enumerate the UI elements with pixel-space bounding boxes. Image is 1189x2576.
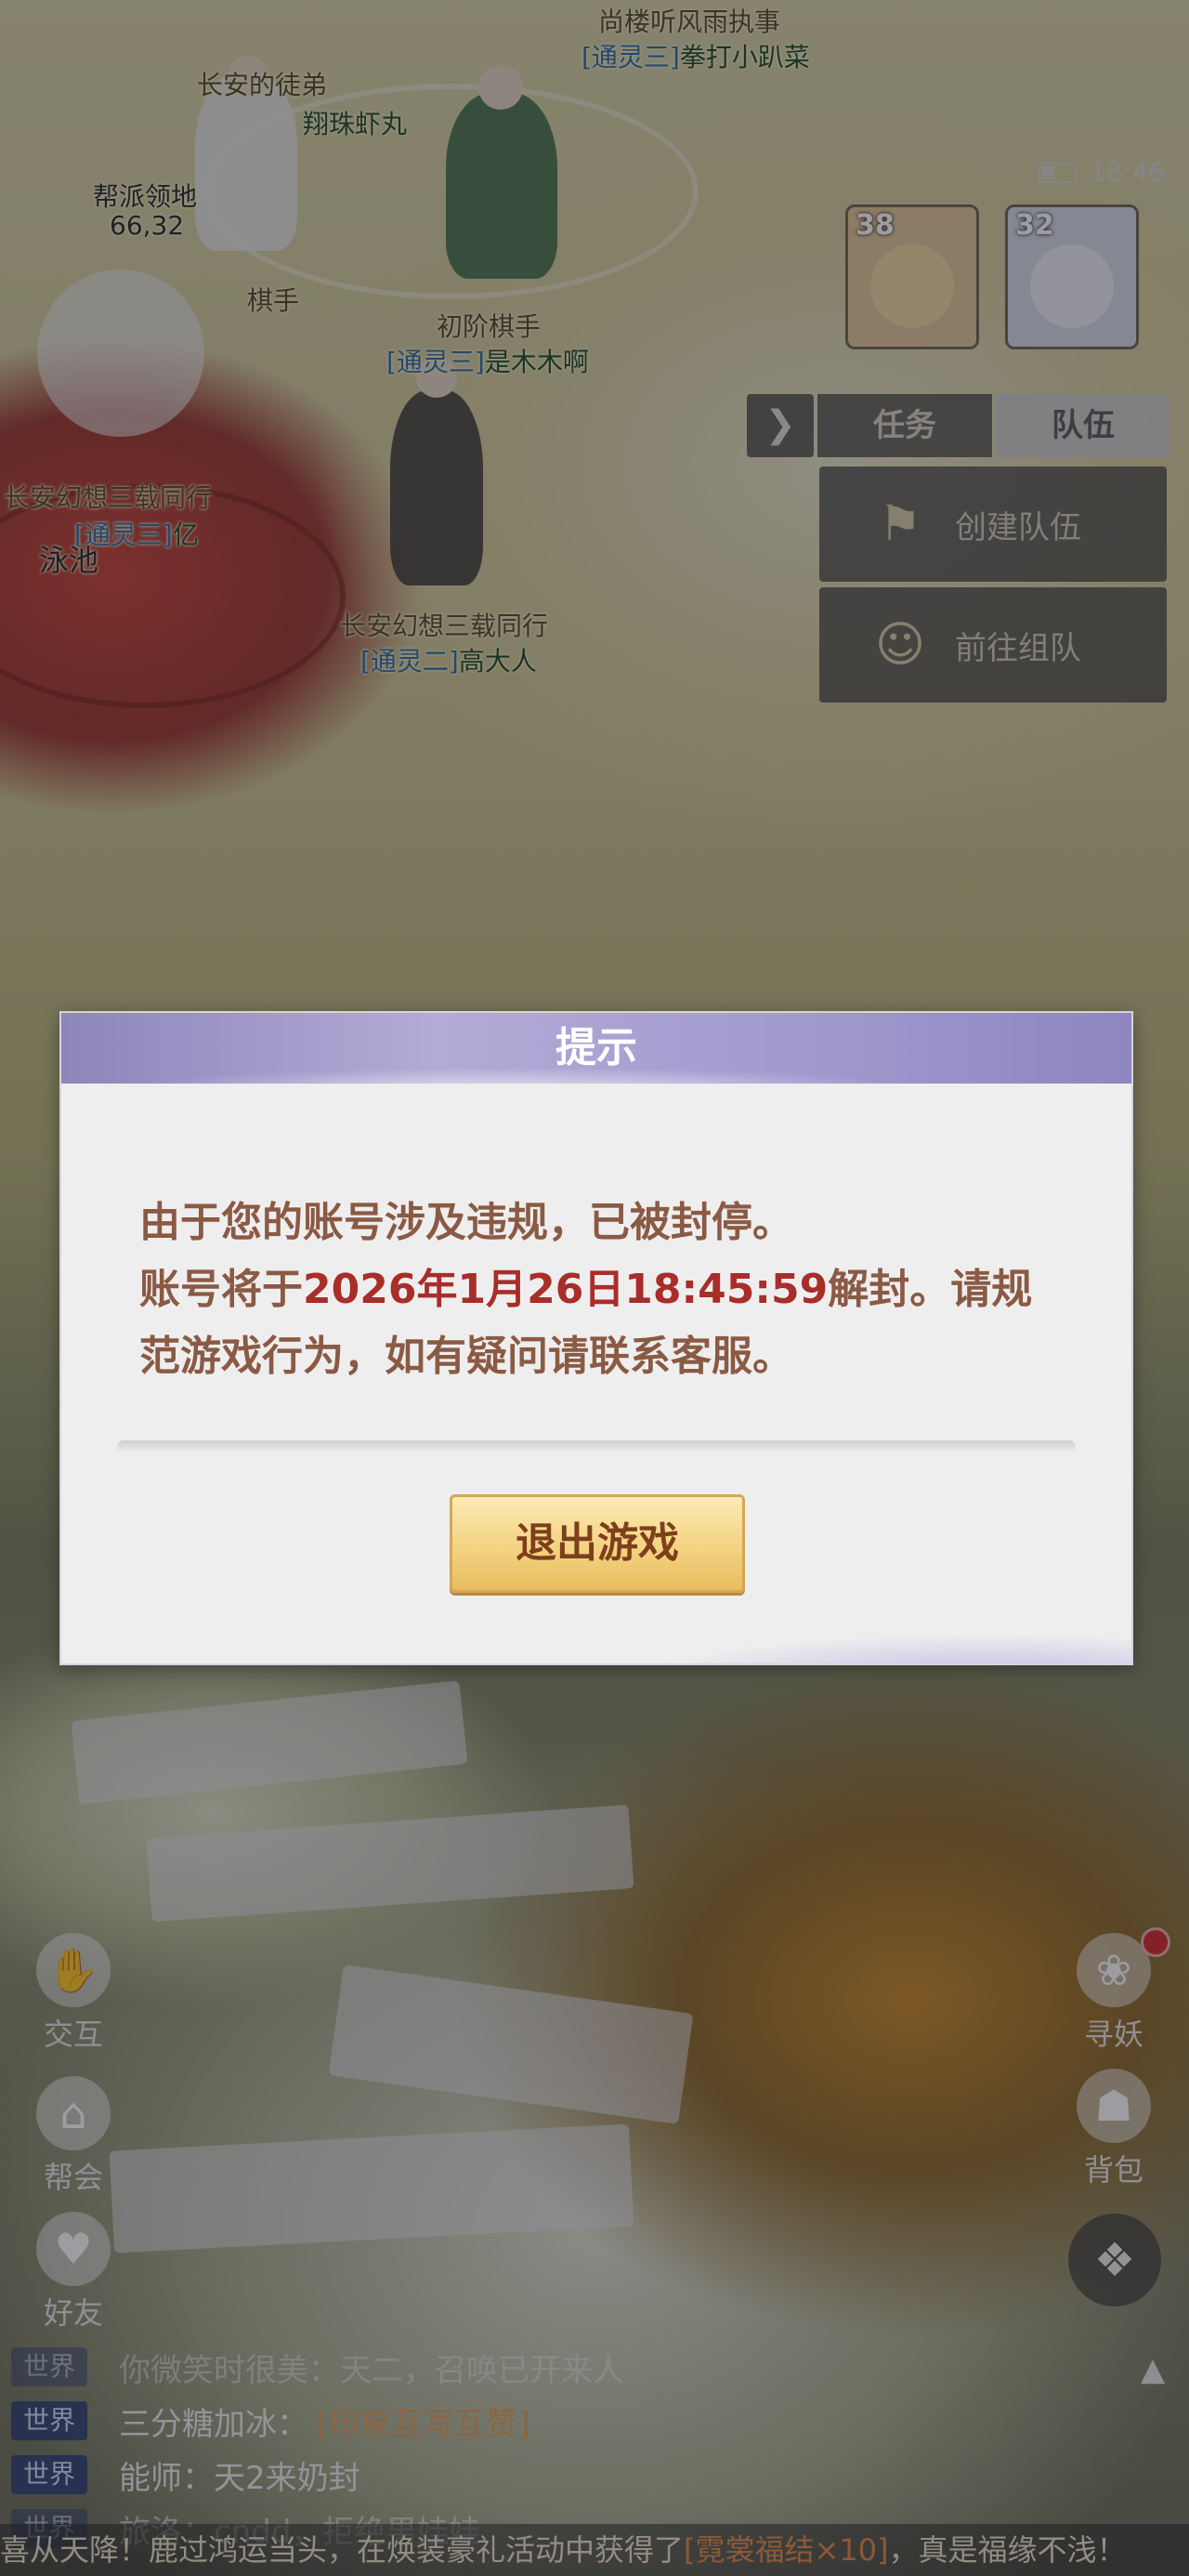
message-line: 账号将于2026年1月26日18:45:59解封。请规范游戏行为，如有疑问请联系… — [139, 1256, 1068, 1390]
dialog-title: 提示 — [555, 1024, 637, 1071]
footer-decoration — [433, 1608, 1131, 1663]
dialog-message: 由于您的账号涉及违规，已被封停。 账号将于2026年1月26日18:45:59解… — [139, 1189, 1068, 1390]
dialog-divider — [117, 1440, 1076, 1453]
message-line: 由于您的账号涉及违规，已被封停。 — [139, 1199, 793, 1246]
ban-notice-dialog: 提示 由于您的账号涉及违规，已被封停。 账号将于2026年1月26日18:45:… — [59, 1011, 1133, 1665]
dialog-header: 提示 — [61, 1013, 1131, 1084]
message-text: 账号将于 — [139, 1266, 303, 1313]
exit-game-button[interactable]: 退出游戏 — [450, 1494, 745, 1593]
unban-date: 2026年1月26日18:45:59 — [303, 1266, 829, 1313]
